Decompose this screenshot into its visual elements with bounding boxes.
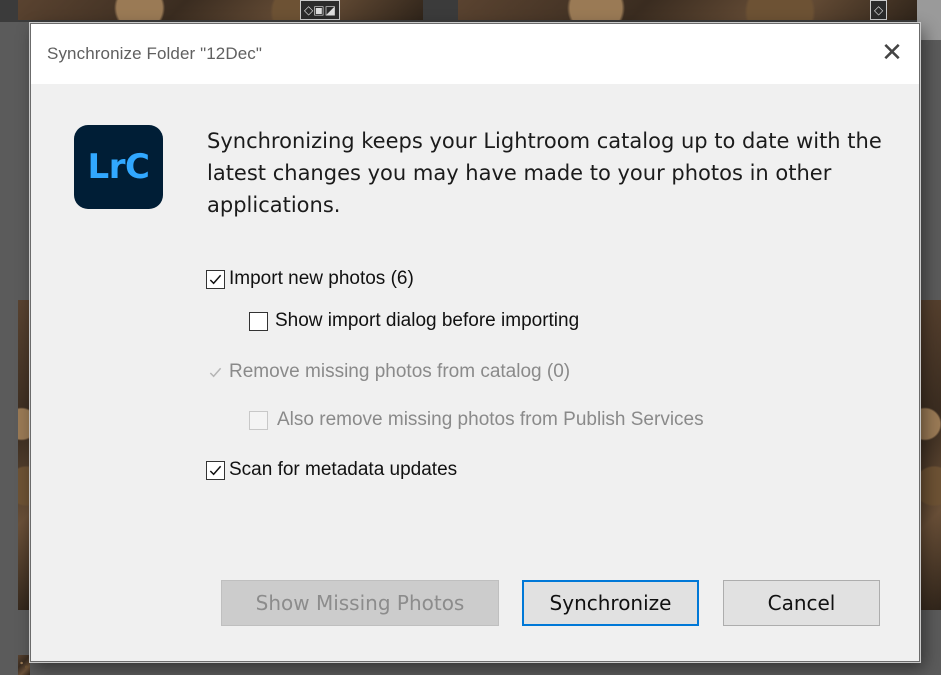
thumbnail-badge-icon: ◇▣◪ — [300, 0, 340, 20]
dialog-titlebar: Synchronize Folder "12Dec" ✕ — [31, 24, 919, 84]
import-new-photos-checkbox[interactable] — [206, 269, 225, 289]
show-import-dialog-label: Show import dialog before importing — [275, 310, 580, 331]
thumbnail — [18, 300, 30, 610]
scan-metadata-label: Scan for metadata updates — [229, 459, 458, 480]
close-icon[interactable]: ✕ — [875, 36, 909, 70]
remove-from-publish-services-checkbox — [249, 410, 268, 430]
show-import-dialog-checkbox[interactable] — [249, 311, 268, 331]
show-import-dialog-option[interactable]: Show import dialog before importing — [249, 310, 579, 332]
cancel-button[interactable]: Cancel — [723, 580, 880, 626]
dialog-description: Synchronizing keeps your Lightroom catal… — [207, 129, 882, 217]
remove-from-publish-services-option: Also remove missing photos from Publish … — [249, 409, 704, 431]
scan-metadata-option[interactable]: Scan for metadata updates — [206, 459, 457, 481]
thumbnail — [458, 0, 918, 20]
synchronize-button[interactable]: Synchronize — [522, 580, 699, 626]
checkmark-icon — [209, 367, 222, 377]
show-missing-photos-button: Show Missing Photos — [221, 580, 499, 626]
import-new-photos-option[interactable]: Import new photos (6) — [206, 268, 414, 290]
checkmark-icon — [209, 274, 222, 284]
dialog-title: Synchronize Folder "12Dec" — [47, 44, 262, 63]
scan-metadata-checkbox[interactable] — [206, 460, 225, 480]
thumbnail — [918, 300, 941, 610]
thumbnail — [18, 0, 423, 20]
remove-from-publish-services-label: Also remove missing photos from Publish … — [277, 409, 704, 430]
lightroom-classic-logo: LrC — [74, 125, 163, 209]
remove-missing-photos-checkbox — [206, 363, 225, 382]
import-new-photos-label: Import new photos (6) — [229, 268, 414, 289]
grid-gutter-right — [917, 0, 941, 40]
remove-missing-photos-label: Remove missing photos from catalog (0) — [229, 361, 571, 382]
remove-missing-photos-option: Remove missing photos from catalog (0) — [206, 361, 570, 383]
thumbnail — [18, 655, 30, 675]
thumbnail-badge-icon: ◇ — [870, 0, 888, 20]
checkmark-icon — [209, 465, 222, 475]
synchronize-folder-dialog: Synchronize Folder "12Dec" ✕ LrC Synchro… — [30, 23, 920, 662]
